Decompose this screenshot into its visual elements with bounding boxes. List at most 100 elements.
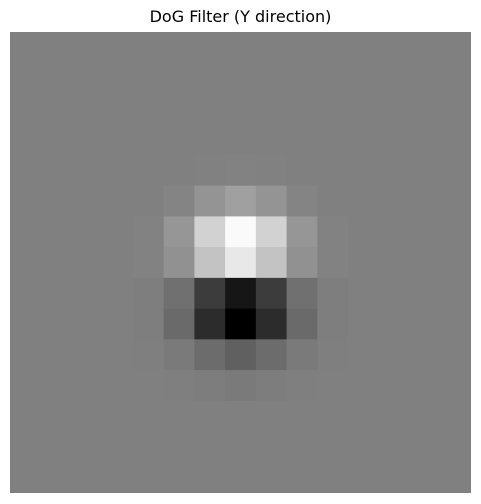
heatmap-cell [194,185,226,217]
heatmap-cell [71,62,103,94]
heatmap-cell [378,154,411,187]
heatmap-cell [286,32,318,64]
heatmap-cell [378,62,411,94]
heatmap-cell [348,370,380,402]
heatmap-cell [440,370,471,402]
heatmap-cell [440,32,471,64]
heatmap-cell [286,370,318,402]
heatmap-cell [40,247,72,279]
heatmap-cell [378,370,411,402]
heatmap-cell [40,154,72,187]
heatmap-cell [348,216,380,248]
heatmap-cell [255,400,288,433]
heatmap-cell [225,462,257,493]
heatmap-cell [132,62,165,94]
heatmap-cell [378,462,411,493]
heatmap-cell [255,370,288,402]
heatmap-cell [10,431,42,463]
heatmap-cell [378,247,411,279]
heatmap-cell [348,339,380,371]
heatmap-cell [71,154,103,187]
heatmap-cell [163,400,195,433]
heatmap-cell [10,154,42,187]
heatmap-cell [317,216,349,248]
heatmap-cell [440,185,471,217]
heatmap-cell [440,308,471,340]
heatmap-cell [40,339,72,371]
heatmap-cell [317,400,349,433]
heatmap-cell [317,32,349,64]
heatmap-cell [409,400,441,433]
heatmap-cell [71,400,103,433]
heatmap-cell [286,154,318,187]
heatmap-cell [225,431,257,463]
heatmap-cell [163,124,195,156]
heatmap-cell [163,154,195,187]
heatmap-cell [409,32,441,64]
heatmap-cell [317,308,349,340]
heatmap-cell [348,247,380,279]
heatmap-cell [10,339,42,371]
heatmap-cell [102,277,134,310]
heatmap-cell [286,308,318,340]
heatmap-cell [348,277,380,310]
heatmap-cell [255,277,288,310]
heatmap-cell [40,431,72,463]
heatmap-cell [378,216,411,248]
heatmap-cell [163,308,195,340]
heatmap-cell [440,277,471,310]
figure: DoG Filter (Y direction) [0,0,481,504]
heatmap-cell [132,462,165,493]
heatmap-cell [194,247,226,279]
heatmap-cell [163,93,195,125]
heatmap-cell [10,185,42,217]
heatmap-cell [409,308,441,340]
heatmap-cell [132,370,165,402]
heatmap-cell [102,339,134,371]
heatmap-cell [194,277,226,310]
heatmap-cell [102,32,134,64]
heatmap-cell [163,247,195,279]
heatmap-cell [194,370,226,402]
heatmap-cell [286,247,318,279]
heatmap-cell [10,308,42,340]
heatmap-cell [255,462,288,493]
heatmap-cell [409,247,441,279]
heatmap-cell [225,216,257,248]
heatmap-cell [163,62,195,94]
heatmap-cell [348,400,380,433]
heatmap-cell [10,370,42,402]
heatmap-cell [71,308,103,340]
heatmap-cell [132,247,165,279]
heatmap-cell [378,93,411,125]
heatmap-cell [225,339,257,371]
heatmap-cell [40,93,72,125]
heatmap-cell [286,185,318,217]
heatmap-cell [71,32,103,64]
heatmap-cell [132,308,165,340]
heatmap-cell [409,62,441,94]
heatmap-cell [163,370,195,402]
heatmap-cell [409,216,441,248]
heatmap-cell [71,216,103,248]
heatmap-cell [255,308,288,340]
heatmap-cell [317,154,349,187]
heatmap-cell [317,462,349,493]
heatmap-cell [317,93,349,125]
heatmap-cell [286,339,318,371]
heatmap-cell [40,216,72,248]
heatmap-cell [409,124,441,156]
heatmap-cell [40,185,72,217]
heatmap-cell [10,400,42,433]
heatmap-cell [194,339,226,371]
heatmap-cell [163,431,195,463]
heatmap-cell [348,154,380,187]
heatmap-cell [378,277,411,310]
heatmap-cell [440,339,471,371]
heatmap-cell [286,462,318,493]
heatmap-cell [71,277,103,310]
heatmap-cell [40,277,72,310]
heatmap-cell [225,32,257,64]
heatmap-cell [102,247,134,279]
heatmap-cell [10,247,42,279]
